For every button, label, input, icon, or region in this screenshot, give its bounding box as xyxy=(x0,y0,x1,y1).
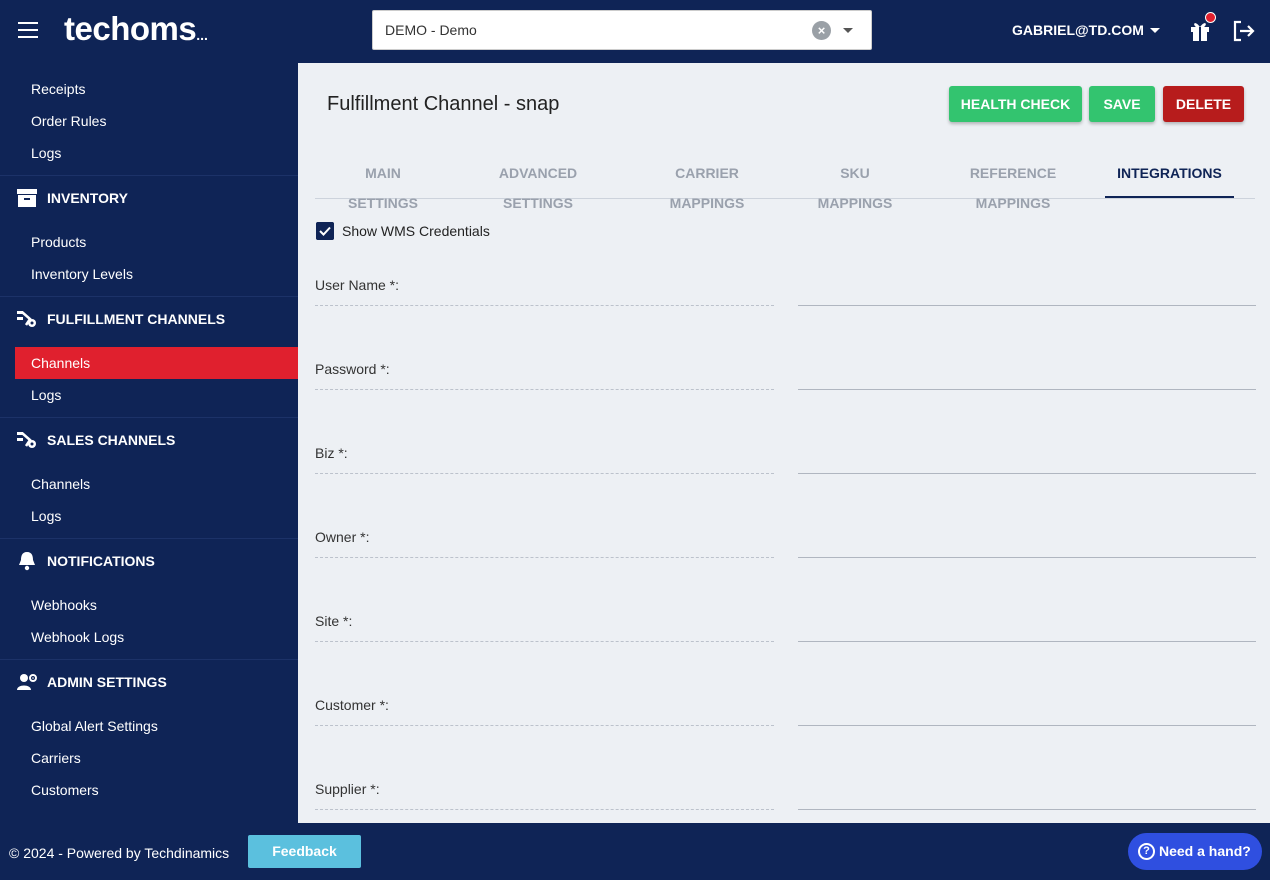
tab-main-settings[interactable]: MAIN SETTINGS xyxy=(331,158,435,211)
sidebar-item-sales-logs[interactable]: Logs xyxy=(15,500,298,532)
tab-reference-mappings[interactable]: REFERENCE MAPPINGS xyxy=(937,158,1089,211)
sidebar-section-label: ADMIN SETTINGS xyxy=(47,674,167,690)
chevron-down-icon[interactable] xyxy=(843,28,853,33)
customer-field[interactable] xyxy=(798,698,1256,726)
chevron-down-icon[interactable] xyxy=(1150,28,1160,33)
biz-label: Biz *: xyxy=(315,445,774,474)
tenant-select-value: DEMO - Demo xyxy=(385,22,477,38)
sidebar-item-sales-channels[interactable]: Channels xyxy=(15,468,298,500)
supplier-field[interactable] xyxy=(798,782,1256,810)
sidebar-section-label: INVENTORY xyxy=(47,190,128,206)
sidebar-item-fulfillment-channels[interactable]: Channels xyxy=(15,347,298,379)
sidebar-item-carriers[interactable]: Carriers xyxy=(15,742,298,774)
sidebar-section-fulfillment-channels[interactable]: FULFILLMENT CHANNELS xyxy=(0,296,298,340)
biz-field[interactable] xyxy=(798,446,1256,474)
archive-icon xyxy=(17,189,37,207)
clear-icon[interactable]: × xyxy=(812,21,831,40)
sidebar-item-customers[interactable]: Customers xyxy=(15,774,298,806)
top-bar: techoms... DEMO - Demo × GABRIEL@TD.COM xyxy=(0,0,1270,63)
password-field[interactable] xyxy=(798,362,1256,390)
user-menu[interactable]: GABRIEL@TD.COM xyxy=(1012,22,1144,38)
notification-dot xyxy=(1205,12,1216,23)
logo-suffix: ... xyxy=(196,27,208,43)
password-label: Password *: xyxy=(315,361,774,390)
help-button-label: Need a hand? xyxy=(1159,843,1251,859)
channels-icon xyxy=(17,432,36,448)
admin-users-icon xyxy=(17,674,37,690)
channels-icon xyxy=(17,311,36,327)
health-check-button[interactable]: HEALTH CHECK xyxy=(949,86,1082,122)
show-credentials-checkbox[interactable] xyxy=(316,222,334,240)
customer-label: Customer *: xyxy=(315,697,774,726)
sidebar-item-webhook-logs[interactable]: Webhook Logs xyxy=(15,621,298,653)
question-icon: ? xyxy=(1138,843,1155,860)
sidebar-item-receipts[interactable]: Receipts xyxy=(15,73,298,105)
owner-label: Owner *: xyxy=(315,529,774,558)
user-name-label: User Name *: xyxy=(315,277,774,306)
delete-button[interactable]: DELETE xyxy=(1163,86,1244,122)
owner-field[interactable] xyxy=(798,530,1256,558)
logo: techoms... xyxy=(64,10,208,48)
sidebar-item-logs[interactable]: Logs xyxy=(15,137,298,169)
user-name-field[interactable] xyxy=(798,278,1256,306)
tenant-select[interactable]: DEMO - Demo × xyxy=(372,10,872,50)
logout-icon[interactable] xyxy=(1232,20,1256,42)
tab-advanced-settings[interactable]: ADVANCED SETTINGS xyxy=(467,158,609,211)
sidebar-item-order-rules[interactable]: Order Rules xyxy=(15,105,298,137)
sidebar-section-inventory[interactable]: INVENTORY xyxy=(0,175,298,219)
help-button[interactable]: ? Need a hand? xyxy=(1128,833,1262,870)
show-credentials-label: Show WMS Credentials xyxy=(342,223,490,239)
sidebar-section-label: SALES CHANNELS xyxy=(47,432,176,448)
tab-bar: MAIN SETTINGS ADVANCED SETTINGS CARRIER … xyxy=(315,158,1255,211)
site-label: Site *: xyxy=(315,613,774,642)
sidebar-section-notifications[interactable]: NOTIFICATIONS xyxy=(0,538,298,582)
tab-sku-mappings[interactable]: SKU MAPPINGS xyxy=(804,158,906,211)
sidebar-section-admin-settings[interactable]: ADMIN SETTINGS xyxy=(0,659,298,703)
main-content: Fulfillment Channel - snap HEALTH CHECK … xyxy=(298,63,1270,823)
supplier-label: Supplier *: xyxy=(315,781,774,810)
copyright-text: © 2024 - Powered by Techdinamics xyxy=(9,845,230,861)
bell-icon xyxy=(19,552,35,571)
footer: © 2024 - Powered by Techdinamics Feedbac… xyxy=(0,823,1270,880)
sidebar-item-inventory-levels[interactable]: Inventory Levels xyxy=(15,258,298,290)
page-title: Fulfillment Channel - snap xyxy=(327,93,560,115)
sidebar-section-sales-channels[interactable]: SALES CHANNELS xyxy=(0,417,298,461)
menu-icon[interactable] xyxy=(18,22,38,38)
tab-carrier-mappings[interactable]: CARRIER MAPPINGS xyxy=(641,158,773,211)
sidebar-section-label: NOTIFICATIONS xyxy=(47,553,155,569)
tab-integrations[interactable]: INTEGRATIONS xyxy=(1105,158,1234,198)
sidebar-item-products[interactable]: Products xyxy=(15,226,298,258)
sidebar-item-webhooks[interactable]: Webhooks xyxy=(15,589,298,621)
save-button[interactable]: SAVE xyxy=(1089,86,1155,122)
site-field[interactable] xyxy=(798,614,1256,642)
logo-text: techoms xyxy=(64,10,197,47)
sidebar: Receipts Order Rules Logs INVENTORY Prod… xyxy=(0,63,298,823)
feedback-button[interactable]: Feedback xyxy=(248,835,361,868)
sidebar-section-label: FULFILLMENT CHANNELS xyxy=(47,311,226,327)
sidebar-item-global-alert-settings[interactable]: Global Alert Settings xyxy=(15,710,298,742)
sidebar-item-fulfillment-logs[interactable]: Logs xyxy=(15,379,298,411)
